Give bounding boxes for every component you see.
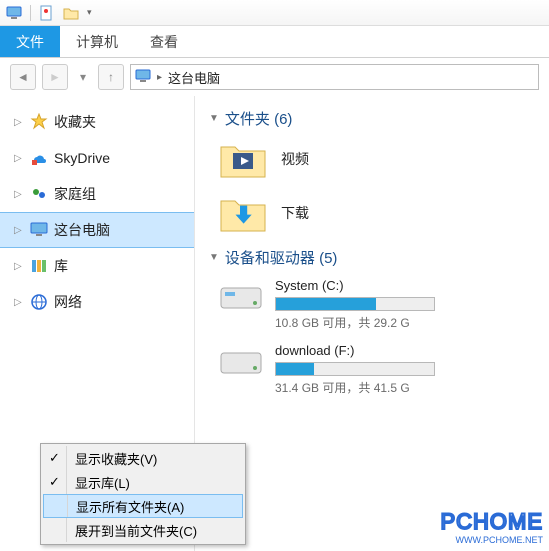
drive-icon <box>219 343 263 377</box>
expand-icon[interactable]: ▷ <box>14 225 24 236</box>
qat-dropdown[interactable]: ▾ <box>87 7 92 18</box>
tab-file[interactable]: 文件 <box>0 26 60 57</box>
expand-icon[interactable]: ▷ <box>14 117 24 128</box>
address-row: ◄ ► ▾ ↑ ▸ 这台电脑 <box>0 58 549 96</box>
folder-icon[interactable] <box>63 5 79 21</box>
expand-icon[interactable]: ▷ <box>14 153 24 164</box>
address-bar[interactable]: ▸ 这台电脑 <box>130 64 539 90</box>
sidebar-item-label: 网络 <box>54 292 82 312</box>
collapse-icon[interactable]: ▼ <box>209 113 219 124</box>
sidebar-item-libraries[interactable]: ▷ 库 <box>0 248 194 284</box>
main-pane: ▼ 文件夹 (6) 视频 下载 ▼ 设备和驱动器 (5) System (C:) <box>195 96 549 551</box>
sidebar-item-homegroup[interactable]: ▷ 家庭组 <box>0 176 194 212</box>
network-icon <box>30 293 48 311</box>
skydrive-icon <box>30 149 48 167</box>
sidebar-item-label: 库 <box>54 256 68 276</box>
context-menu: ✓ 显示收藏夹(V) ✓ 显示库(L) 显示所有文件夹(A) 展开到当前文件夹(… <box>40 443 246 545</box>
sidebar-item-network[interactable]: ▷ 网络 <box>0 284 194 320</box>
back-button[interactable]: ◄ <box>10 64 36 90</box>
menu-item-show-all-folders[interactable]: 显示所有文件夹(A) <box>43 494 243 518</box>
libraries-icon <box>30 257 48 275</box>
folder-item-videos[interactable]: 视频 <box>209 139 549 179</box>
drive-item-download[interactable]: download (F:) 31.4 GB 可用，共 41.5 G <box>209 343 549 396</box>
menu-item-show-favorites[interactable]: ✓ 显示收藏夹(V) <box>43 446 243 470</box>
up-button[interactable]: ↑ <box>98 64 124 90</box>
menu-item-show-libraries[interactable]: ✓ 显示库(L) <box>43 470 243 494</box>
chevron-right-icon[interactable]: ▸ <box>157 72 162 83</box>
tab-computer[interactable]: 计算机 <box>60 26 134 57</box>
drive-item-system[interactable]: System (C:) 10.8 GB 可用，共 29.2 G <box>209 278 549 331</box>
sidebar-item-thispc[interactable]: ▷ 这台电脑 <box>0 212 194 248</box>
homegroup-icon <box>30 185 48 203</box>
sidebar: ▷ 收藏夹 ▷ SkyDrive ▷ 家庭组 ▷ 这台电脑 ▷ 库 ▷ 网络 <box>0 96 195 551</box>
check-icon <box>43 518 67 542</box>
sidebar-item-label: 这台电脑 <box>54 220 110 240</box>
folder-item-downloads[interactable]: 下载 <box>209 193 549 233</box>
drive-name: System (C:) <box>275 278 549 293</box>
pc-icon <box>135 68 151 87</box>
drive-usage-bar <box>275 297 435 311</box>
check-icon: ✓ <box>43 470 67 494</box>
sidebar-item-skydrive[interactable]: ▷ SkyDrive <box>0 140 194 176</box>
folder-label: 下载 <box>281 203 309 223</box>
expand-icon[interactable]: ▷ <box>14 189 24 200</box>
drives-section-header[interactable]: ▼ 设备和驱动器 (5) <box>209 247 549 268</box>
download-folder-icon <box>219 193 267 233</box>
folders-section-header[interactable]: ▼ 文件夹 (6) <box>209 108 549 129</box>
tab-view[interactable]: 查看 <box>134 26 194 57</box>
expand-icon[interactable]: ▷ <box>14 297 24 308</box>
drive-free-text: 31.4 GB 可用，共 41.5 G <box>275 379 549 396</box>
collapse-icon[interactable]: ▼ <box>209 252 219 263</box>
sidebar-item-label: SkyDrive <box>54 150 110 166</box>
pc-icon <box>6 5 22 21</box>
expand-icon[interactable]: ▷ <box>14 261 24 272</box>
titlebar: ▾ <box>0 0 549 26</box>
forward-button[interactable]: ► <box>42 64 68 90</box>
watermark: PCHOME WWW.PCHOME.NET <box>440 509 543 545</box>
pc-icon <box>30 221 48 239</box>
sidebar-item-favorites[interactable]: ▷ 收藏夹 <box>0 104 194 140</box>
check-icon <box>44 495 68 517</box>
breadcrumb[interactable]: 这台电脑 <box>168 68 220 87</box>
folder-label: 视频 <box>281 149 309 169</box>
video-folder-icon <box>219 139 267 179</box>
star-icon <box>30 113 48 131</box>
sidebar-item-label: 家庭组 <box>54 184 96 204</box>
drive-free-text: 10.8 GB 可用，共 29.2 G <box>275 314 549 331</box>
drive-name: download (F:) <box>275 343 549 358</box>
menu-item-expand-current[interactable]: 展开到当前文件夹(C) <box>43 518 243 542</box>
recent-dropdown[interactable]: ▾ <box>74 64 92 90</box>
sidebar-item-label: 收藏夹 <box>54 112 96 132</box>
properties-icon[interactable] <box>39 5 55 21</box>
drive-icon <box>219 278 263 312</box>
ribbon-tabs: 文件 计算机 查看 <box>0 26 549 58</box>
check-icon: ✓ <box>43 446 67 470</box>
drive-usage-bar <box>275 362 435 376</box>
